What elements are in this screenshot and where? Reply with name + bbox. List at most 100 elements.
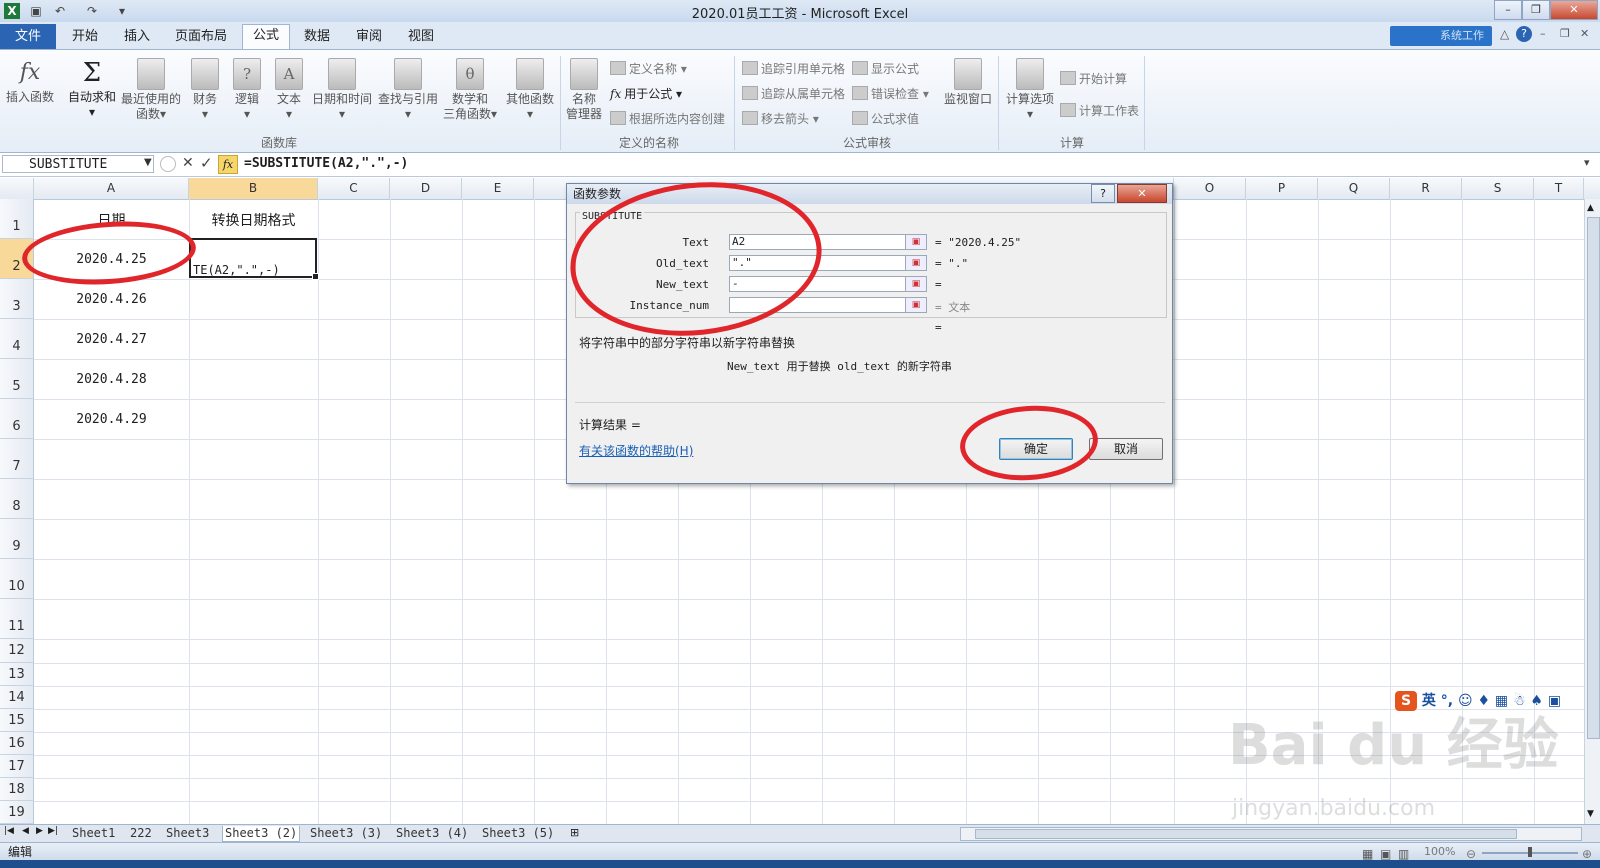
trace-precedents-button[interactable]: 追踪引用单元格 xyxy=(742,60,845,77)
collapse-ribbon-icon[interactable]: △ xyxy=(1500,27,1509,41)
zoom-level[interactable]: 100% xyxy=(1424,843,1455,861)
row-header[interactable]: 16 xyxy=(0,732,34,755)
help-icon[interactable]: ? xyxy=(1516,26,1532,42)
sheet-nav-last-icon[interactable]: ▶| xyxy=(48,826,58,836)
column-header-s[interactable]: S xyxy=(1462,178,1534,199)
sheet-tab-222[interactable]: 222 xyxy=(130,826,152,841)
more-functions-button[interactable]: 其他函数 ▾ xyxy=(502,58,558,122)
minimize-button[interactable]: – xyxy=(1494,0,1522,20)
row-header[interactable]: 18 xyxy=(0,778,34,801)
vertical-scrollbar[interactable]: ▲ ▼ xyxy=(1584,199,1600,824)
row-header[interactable]: 3 xyxy=(0,279,34,319)
calculation-options-button[interactable]: 计算选项 ▾ xyxy=(1004,58,1056,122)
insert-function-button[interactable]: fx 插入函数 xyxy=(4,58,56,105)
row-header[interactable]: 14 xyxy=(0,686,34,709)
sheet-nav-next-icon[interactable]: ▶ xyxy=(36,826,43,836)
sheet-tab-sheet3-2[interactable]: Sheet3 (2) xyxy=(222,826,301,842)
column-header-c[interactable]: C xyxy=(318,178,390,199)
maximize-button[interactable]: ❐ xyxy=(1522,0,1550,20)
name-box-dropdown-icon[interactable]: ▼ xyxy=(144,157,152,168)
sheet-tab-sheet1[interactable]: Sheet1 xyxy=(72,826,115,841)
select-all-corner[interactable] xyxy=(0,178,34,199)
sheet-tab-sheet3-4[interactable]: Sheet3 (4) xyxy=(396,826,468,841)
active-cell-b2[interactable]: TE(A2,".",-) xyxy=(189,238,319,280)
insert-sheet-icon[interactable]: ⊞ xyxy=(570,826,579,839)
h-scroll-thumb[interactable] xyxy=(975,829,1517,839)
column-header-e[interactable]: E xyxy=(462,178,534,199)
horizontal-scrollbar[interactable] xyxy=(960,827,1582,841)
tab-insert[interactable]: 插入 xyxy=(116,26,158,48)
column-header-a[interactable]: A xyxy=(34,178,189,199)
dialog-help-button[interactable]: ? xyxy=(1091,184,1115,203)
row-header[interactable]: 15 xyxy=(0,709,34,732)
tab-page-layout[interactable]: 页面布局 xyxy=(170,26,232,48)
remove-arrows-button[interactable]: 移去箭头 ▾ xyxy=(742,110,819,127)
row-header[interactable]: 9 xyxy=(0,519,34,559)
row-header[interactable]: 5 xyxy=(0,359,34,399)
autosum-button[interactable]: Σ 自动求和 ▾ xyxy=(66,58,118,120)
show-formulas-button[interactable]: 显示公式 xyxy=(852,60,919,77)
row-header[interactable]: 11 xyxy=(0,599,34,639)
column-header-p[interactable]: P xyxy=(1246,178,1318,199)
error-checking-button[interactable]: 错误检查 ▾ xyxy=(852,85,929,102)
dialog-close-button[interactable]: ✕ xyxy=(1117,184,1167,203)
sheet-nav-prev-icon[interactable]: ◀ xyxy=(22,826,29,836)
function-help-link[interactable]: 有关该函数的帮助(H) xyxy=(579,442,693,459)
column-header-t[interactable]: T xyxy=(1534,178,1584,199)
tab-review[interactable]: 审阅 xyxy=(348,26,390,48)
cancel-entry-icon[interactable]: ✕ xyxy=(182,155,194,171)
doc-close-icon[interactable]: ✕ xyxy=(1580,27,1589,40)
row-header[interactable]: 17 xyxy=(0,755,34,778)
scroll-thumb[interactable] xyxy=(1587,217,1600,739)
scroll-up-icon[interactable]: ▲ xyxy=(1587,203,1594,213)
cell-a5[interactable]: 2020.4.28 xyxy=(34,372,189,387)
tab-formulas[interactable]: 公式 xyxy=(242,24,290,49)
datetime-button[interactable]: 日期和时间 ▾ xyxy=(310,58,374,122)
tab-home[interactable]: 开始 xyxy=(64,26,106,48)
logical-button[interactable]: ? 逻辑 ▾ xyxy=(230,58,264,122)
column-header-o[interactable]: O xyxy=(1174,178,1246,199)
row-header[interactable]: 12 xyxy=(0,639,34,663)
lookup-button[interactable]: 查找与引用 ▾ xyxy=(376,58,440,122)
expand-formula-bar-icon[interactable]: ▾ xyxy=(1584,156,1590,169)
enter-check-icon[interactable]: ✓ xyxy=(200,154,213,172)
trace-dependents-button[interactable]: 追踪从属单元格 xyxy=(742,85,845,102)
cell-b1[interactable]: 转换日期格式 xyxy=(189,210,318,230)
sheet-nav-first-icon[interactable]: |◀ xyxy=(4,826,14,836)
use-in-formula-button[interactable]: fx 用于公式 ▾ xyxy=(610,85,682,102)
row-header[interactable]: 8 xyxy=(0,479,34,519)
collapse-dialog-icon[interactable]: ▣ xyxy=(905,297,927,313)
calculate-sheet-button[interactable]: 计算工作表 xyxy=(1060,102,1139,119)
column-header-q[interactable]: Q xyxy=(1318,178,1390,199)
row-header[interactable]: 13 xyxy=(0,663,34,686)
cell-a4[interactable]: 2020.4.27 xyxy=(34,332,189,347)
tab-file[interactable]: 文件 xyxy=(0,24,56,49)
row-header[interactable]: 19 xyxy=(0,801,34,824)
recent-functions-button[interactable]: 最近使用的 函数▾ xyxy=(120,58,182,122)
collapse-dialog-icon[interactable]: ▣ xyxy=(905,234,927,250)
collapse-dialog-icon[interactable]: ▣ xyxy=(905,276,927,292)
define-name-button[interactable]: 定义名称 ▾ xyxy=(610,60,687,77)
cloud-account-button[interactable]: 系统工作 xyxy=(1390,26,1492,46)
tab-data[interactable]: 数据 xyxy=(296,26,338,48)
sheet-tab-sheet3-3[interactable]: Sheet3 (3) xyxy=(310,826,382,841)
scroll-down-icon[interactable]: ▼ xyxy=(1587,809,1594,819)
calculate-now-button[interactable]: 开始计算 xyxy=(1060,70,1127,87)
evaluate-formula-button[interactable]: 公式求值 xyxy=(852,110,919,127)
row-header[interactable]: 6 xyxy=(0,399,34,439)
financial-button[interactable]: 财务 ▾ xyxy=(188,58,222,122)
zoom-slider-thumb[interactable] xyxy=(1528,847,1532,857)
row-header[interactable]: 10 xyxy=(0,559,34,599)
sheet-tab-sheet3-5[interactable]: Sheet3 (5) xyxy=(482,826,554,841)
cancel-button[interactable]: 取消 xyxy=(1089,438,1163,460)
column-header-r[interactable]: R xyxy=(1390,178,1462,199)
create-from-selection-button[interactable]: 根据所选内容创建 xyxy=(610,110,725,127)
collapse-dialog-icon[interactable]: ▣ xyxy=(905,255,927,271)
cell-a3[interactable]: 2020.4.26 xyxy=(34,292,189,307)
doc-restore-icon[interactable]: ❐ xyxy=(1560,27,1570,40)
row-header[interactable]: 7 xyxy=(0,439,34,479)
column-header-b[interactable]: B xyxy=(189,178,318,199)
cell-a6[interactable]: 2020.4.29 xyxy=(34,412,189,427)
row-header[interactable]: 4 xyxy=(0,319,34,359)
math-trig-button[interactable]: θ 数学和 三角函数▾ xyxy=(440,58,500,122)
